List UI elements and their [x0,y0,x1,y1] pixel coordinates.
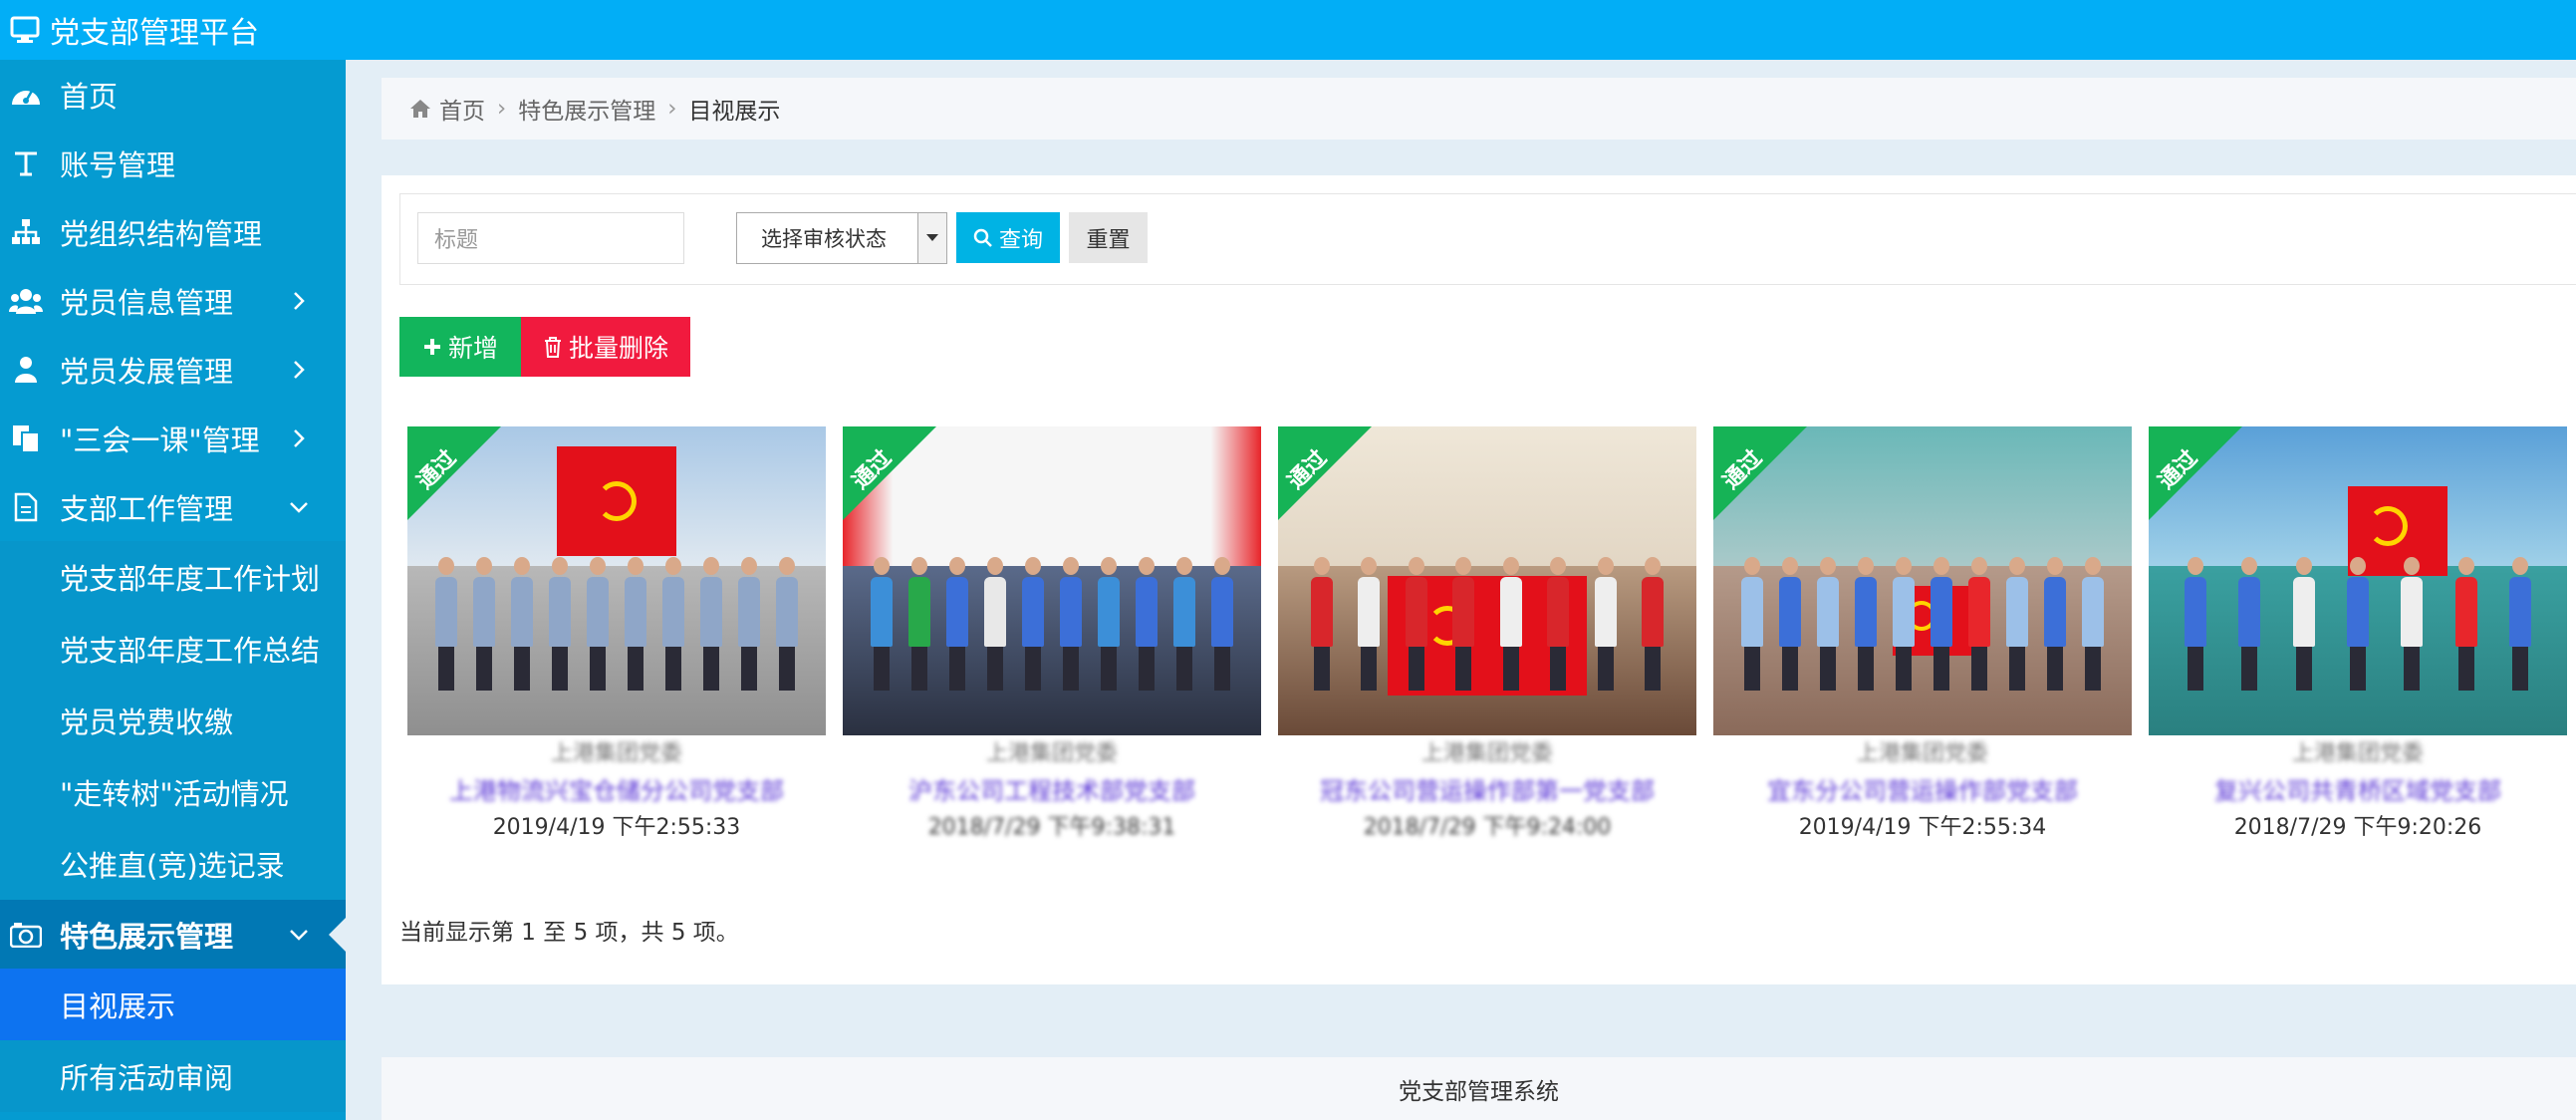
breadcrumb-home[interactable]: 首页 [439,92,485,126]
pagination-info: 当前显示第 1 至 5 项，共 5 项。 [399,920,739,946]
card-branch-link[interactable]: 复兴公司共青桥区域党支部 [2149,771,2567,806]
card-org: 上港集团党委 [1856,741,1988,766]
sidebar-subitem-activity-review[interactable]: 所有活动审阅 [0,1040,346,1112]
sidebar-item-account[interactable]: 账号管理 [0,129,346,197]
card-branch-link[interactable]: 沪东公司工程技术部党支部 [843,771,1261,806]
display-card[interactable]: 通过 上港集团党委 沪东公司工程技术部党支部 2018/7/29 下午9:38:… [843,426,1261,840]
sidebar-item-label: 党员信息管理 [60,285,234,320]
add-label: 新增 [447,334,498,363]
chevron-right-icon [288,427,310,449]
chevron-down-icon [288,496,310,518]
card-time: 2018/7/29 下午9:24:00 [1363,815,1612,840]
card-time: 2018/7/29 下午9:20:26 [2233,815,2482,840]
status-badge: 通过 [2149,426,2242,520]
sidebar-item-org-structure[interactable]: 党组织结构管理 [0,197,346,266]
sidebar-item-member-development[interactable]: 党员发展管理 [0,335,346,404]
batch-delete-button[interactable]: 批量删除 [521,317,690,377]
sidebar-subitem-annual-plan[interactable]: 党支部年度工作计划 [0,541,346,613]
sidebar-item-home[interactable]: 首页 [0,60,346,129]
card-branch-link[interactable]: 冠东公司营运操作部第一党支部 [1278,771,1696,806]
trash-icon [544,337,561,358]
chevron-right-icon: › [497,96,507,122]
card-branch-link[interactable]: 宜东分公司营运操作部党支部 [1713,771,2132,806]
status-badge: 通过 [1713,426,1807,520]
text-icon [6,143,46,183]
caret-down-icon[interactable] [917,213,946,263]
sidebar-subitem-activities[interactable]: "走转树"活动情况 [0,756,346,828]
add-button[interactable]: 新增 [399,317,521,377]
sidebar-item-feature-display[interactable]: 特色展示管理 [0,900,346,969]
plus-icon [423,339,440,355]
chevron-right-icon [288,290,310,312]
chevron-right-icon [288,359,310,381]
footer-text: 党支部管理系统 [1399,1078,1559,1105]
card-org: 上港集团党委 [550,741,682,766]
sitemap-icon [6,212,46,252]
display-card[interactable]: 通过 上港集团党委 上港物流兴宝仓储分公司党支部 2019/4/19 下午2:5… [407,426,826,840]
sidebar-subitem-election-records[interactable]: 公推直(竞)选记录 [0,828,346,900]
review-status-value: 选择审核状态 [761,227,887,251]
chevron-right-icon: › [667,96,677,122]
app-title: 党支部管理平台 [50,16,259,51]
monitor-icon [10,16,40,43]
sidebar-item-label: 账号管理 [60,147,176,182]
sidebar-item-label: 首页 [60,79,119,114]
reset-button[interactable]: 重置 [1069,212,1148,263]
sidebar-item-branch-work[interactable]: 支部工作管理 [0,472,346,541]
sidebar-subitem-visual-display[interactable]: 目视展示 [0,969,346,1040]
content-panel: 标题 选择审核状态 查询 重置 新增 批量删除 通过 上港集团党委 上港物流兴宝… [382,175,2576,984]
search-bar [399,193,2576,285]
display-card[interactable]: 通过 上港集团党委 宜东分公司营运操作部党支部 2019/4/19 下午2:55… [1713,426,2132,840]
search-icon [973,228,992,247]
sidebar-item-meetings[interactable]: "三会一课"管理 [0,404,346,472]
dashboard-icon [6,75,46,115]
breadcrumb: 首页 › 特色展示管理 › 目视展示 [382,78,2576,140]
user-icon [6,350,46,390]
batch-delete-label: 批量删除 [568,334,668,363]
display-card[interactable]: 通过 上港集团党委 冠东公司营运操作部第一党支部 2018/7/29 下午9:2… [1278,426,1696,840]
top-bar: 党支部管理平台 [0,0,2576,60]
status-badge: 通过 [407,426,501,520]
title-search-input[interactable]: 标题 [417,212,684,264]
chevron-down-icon [288,924,310,946]
card-time: 2018/7/29 下午9:38:31 [927,815,1176,840]
sidebar-item-label: 特色展示管理 [60,919,234,954]
file-icon [6,487,46,527]
users-icon [6,281,46,321]
breadcrumb-current: 目视展示 [688,99,781,125]
breadcrumb-parent[interactable]: 特色展示管理 [518,92,655,126]
copy-icon [6,419,46,458]
card-time: 2019/4/19 下午2:55:34 [1798,815,2047,840]
sidebar-item-label: 党员发展管理 [60,354,234,389]
sidebar-subitem-dues[interactable]: 党员党费收缴 [0,685,346,756]
sidebar-item-member-info[interactable]: 党员信息管理 [0,266,346,335]
display-card[interactable]: 通过 上港集团党委 复兴公司共青桥区域党支部 2018/7/29 下午9:20:… [2149,426,2567,840]
sidebar-item-label: 支部工作管理 [60,491,234,526]
camera-icon [6,915,46,955]
card-org: 上港集团党委 [2291,741,2424,766]
card-time: 2019/4/19 下午2:55:33 [492,815,741,840]
status-badge: 通过 [843,426,936,520]
sidebar-subitem-annual-summary[interactable]: 党支部年度工作总结 [0,613,346,685]
sidebar-item-label: "三会一课"管理 [60,422,260,457]
status-badge: 通过 [1278,426,1372,520]
review-status-select[interactable]: 选择审核状态 [736,212,947,264]
home-icon [409,99,431,119]
card-org: 上港集团党委 [985,741,1118,766]
query-button[interactable]: 查询 [956,212,1060,263]
footer: 党支部管理系统 [382,1057,2576,1120]
card-branch-link[interactable]: 上港物流兴宝仓储分公司党支部 [407,771,826,806]
query-label: 查询 [998,227,1043,253]
card-org: 上港集团党委 [1420,741,1553,766]
sidebar-item-label: 党组织结构管理 [60,216,263,251]
app-brand[interactable]: 党支部管理平台 [0,8,259,52]
sidebar: 首页 账号管理 党组织结构管理 党员信息管理 党员发展管理 "三会一课"管理 支… [0,60,346,1120]
